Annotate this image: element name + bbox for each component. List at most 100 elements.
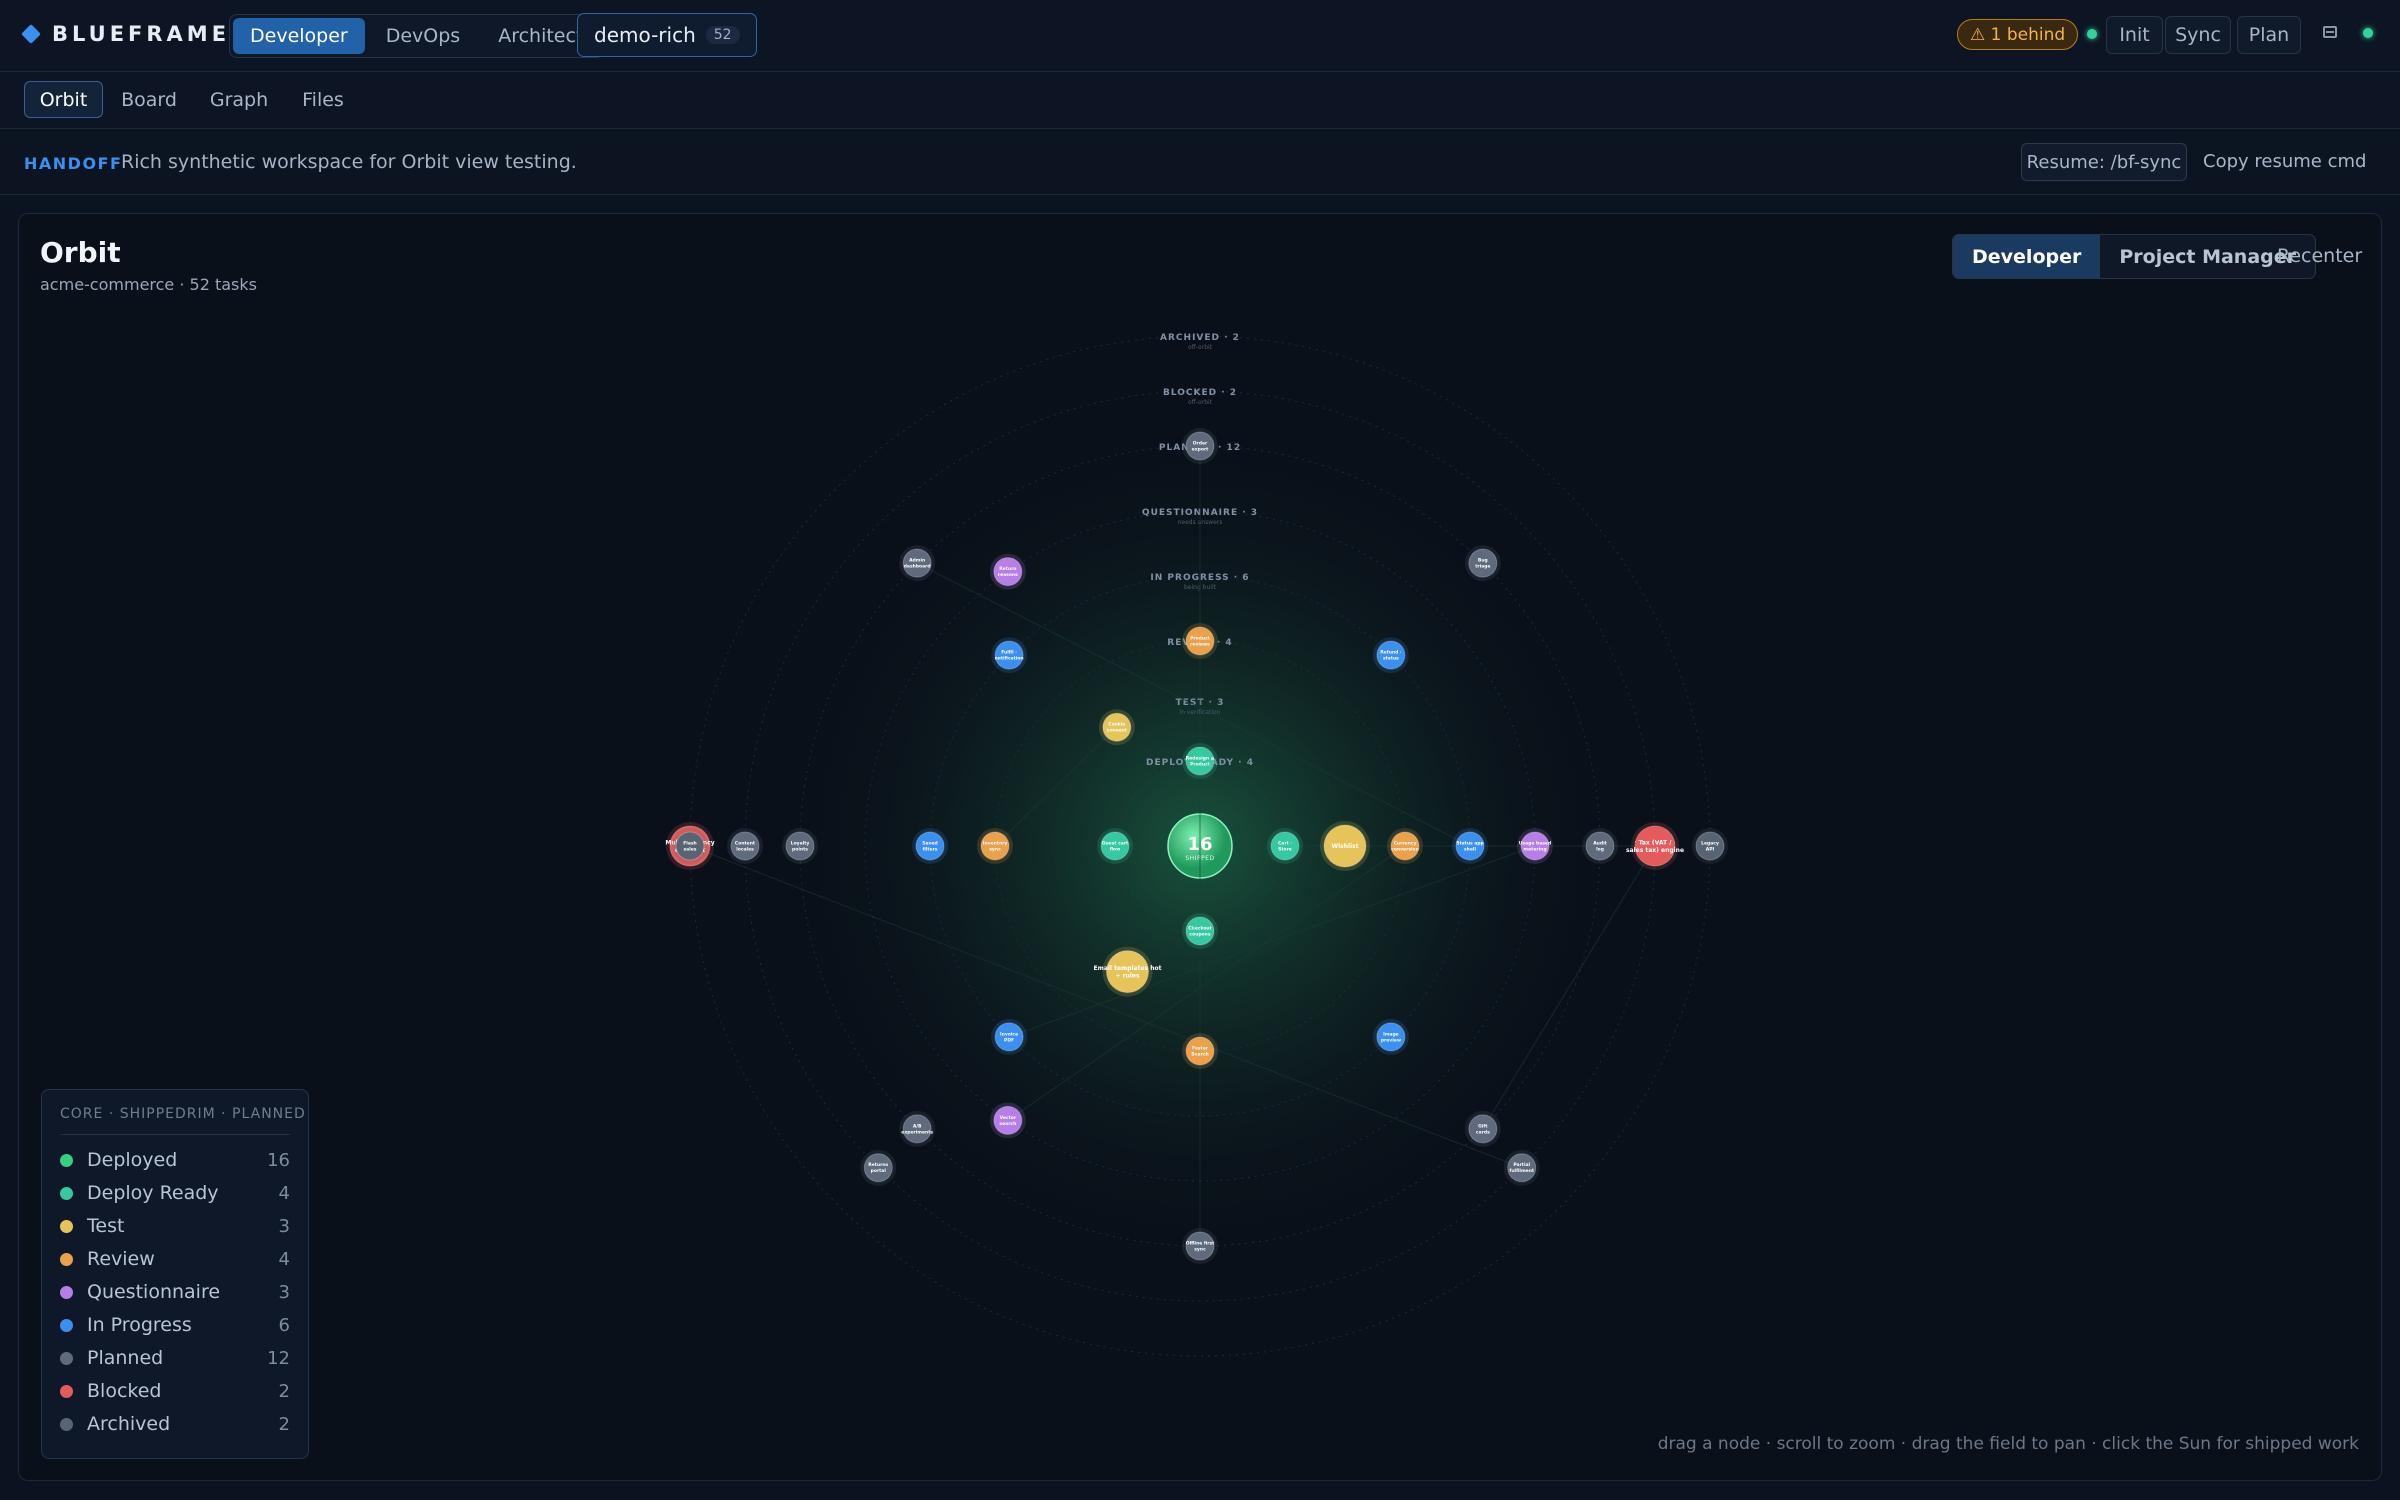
task-node[interactable]: Redesign ≡Product	[1182, 743, 1218, 779]
task-node[interactable]: Usage basedmetering	[1517, 828, 1553, 864]
task-node-label: Flash	[683, 841, 697, 847]
task-node[interactable]: LegacyAPI	[1692, 828, 1728, 864]
task-node[interactable]: Orderexport	[1182, 428, 1218, 464]
task-node[interactable]: Tax (VAT /sales tax) engine	[1626, 822, 1684, 870]
task-node-label: Returns	[868, 1162, 888, 1168]
resume-command-button[interactable]: Resume: /bf-sync	[2021, 143, 2187, 181]
panel-toggle-icon[interactable]	[2323, 26, 2337, 38]
copy-resume-cmd-button[interactable]: Copy resume cmd	[2203, 151, 2366, 172]
task-node[interactable]: Vectorsearch	[989, 1102, 1026, 1139]
tab-files[interactable]: Files	[290, 81, 356, 118]
task-node[interactable]: Cart ·Store	[1267, 828, 1303, 864]
task-node[interactable]: Admindashboard	[899, 545, 936, 582]
legend-item-label: Archived	[87, 1413, 171, 1435]
task-node-label: Status app	[1456, 841, 1484, 847]
task-node[interactable]: Refund ·status	[1372, 637, 1409, 674]
task-node-label: metering	[1523, 847, 1546, 853]
legend-item-count: 2	[278, 1380, 290, 1402]
handoff-label: HANDOFF	[24, 154, 123, 173]
task-node[interactable]: Imagepreview	[1372, 1018, 1409, 1055]
task-node-label: cards	[1476, 1129, 1490, 1135]
diamond-logo-icon	[21, 24, 41, 44]
task-node[interactable]: Fulfil ·notification	[991, 637, 1028, 674]
task-node[interactable]: Bugtriage	[1464, 545, 1501, 582]
legend-item-count: 16	[267, 1149, 290, 1171]
task-node-label: Guest cart	[1102, 841, 1129, 847]
task-node-label: Bug	[1478, 558, 1488, 564]
task-node[interactable]: Returnsportal	[860, 1149, 897, 1186]
legend-item[interactable]: Review 4	[60, 1247, 290, 1271]
task-node[interactable]: Flashsales	[672, 828, 708, 864]
legend-item[interactable]: Blocked 2	[60, 1379, 290, 1403]
task-node-label: Loyalty	[791, 841, 810, 847]
status-dot-icon	[60, 1351, 73, 1365]
task-node-label: Cookie	[1108, 722, 1125, 728]
task-node[interactable]: Contentlocales	[727, 828, 763, 864]
task-node-label: coupons	[1189, 933, 1210, 938]
status-dot-icon	[60, 1384, 73, 1398]
sync-button[interactable]: Sync	[2165, 16, 2231, 54]
tab-orbit[interactable]: Orbit	[24, 81, 103, 118]
task-node[interactable]: A/Bexperiments	[899, 1110, 936, 1147]
mode-switcher: Developer DevOps Architect	[229, 14, 605, 58]
legend-item[interactable]: Deploy Ready 4	[60, 1181, 290, 1205]
task-node-label: Legacy	[1701, 841, 1719, 847]
mode-devops-button[interactable]: DevOps	[369, 18, 477, 54]
plan-button[interactable]: Plan	[2237, 16, 2301, 54]
brand[interactable]: BLUEFRAME	[21, 22, 231, 46]
page-title: Orbit	[40, 236, 121, 269]
legend-title: CORE · SHIPPEDRIM · PLANNED	[60, 1106, 306, 1122]
task-node[interactable]: Currencyconversion	[1387, 828, 1423, 864]
task-node-label: Order	[1193, 441, 1208, 447]
task-node-label: Search	[1191, 1052, 1208, 1058]
task-node[interactable]: Returnreasons	[989, 553, 1026, 590]
task-node[interactable]: Offline firstsync	[1182, 1228, 1218, 1264]
brand-name: BLUEFRAME	[52, 22, 231, 46]
task-node-label: Store	[1278, 847, 1292, 853]
task-node[interactable]: Wishlist	[1320, 821, 1370, 871]
task-node-label: Invoice	[1000, 1031, 1018, 1037]
task-node[interactable]: Auditlog	[1582, 828, 1618, 864]
task-node-label: Admin	[909, 558, 925, 564]
task-node[interactable]: Checkoutcoupons	[1182, 913, 1218, 949]
status-dot-icon	[60, 1285, 73, 1299]
behind-status-badge[interactable]: ⚠ 1 behind	[1957, 19, 2079, 50]
legend-item[interactable]: Test 3	[60, 1214, 290, 1238]
legend-item[interactable]: Planned 12	[60, 1346, 290, 1370]
task-node-label: sales	[684, 847, 697, 853]
legend-item[interactable]: Questionnaire 3	[60, 1280, 290, 1304]
legend-item-label: Review	[87, 1248, 155, 1270]
tab-graph[interactable]: Graph	[201, 81, 277, 118]
task-node[interactable]: Cookieconsent	[1098, 709, 1135, 746]
task-node[interactable]: Partialfulfilment	[1503, 1149, 1540, 1186]
task-node-label: sync	[989, 848, 1001, 853]
task-node-label: reasons	[998, 572, 1018, 578]
task-node-label: notification	[995, 656, 1024, 662]
task-node-label: search	[999, 1121, 1016, 1127]
orbit-field[interactable]: ARCHIVED · 2off-orbitBLOCKED · 2off-orbi…	[19, 214, 2382, 1481]
task-node[interactable]: FasterSearch	[1182, 1033, 1218, 1069]
recenter-button[interactable]: Recenter	[2277, 245, 2362, 267]
tab-board[interactable]: Board	[111, 81, 187, 118]
mode-developer-button[interactable]: Developer	[233, 18, 365, 54]
task-node-label: consent	[1107, 728, 1128, 734]
task-node[interactable]: InvoicePDF	[991, 1018, 1028, 1055]
task-node-label: Offline first	[1186, 1241, 1215, 1247]
task-node[interactable]: Status appshell	[1452, 828, 1488, 864]
task-node[interactable]: Productreviews	[1182, 623, 1218, 659]
task-node-label: Fulfil ·	[1001, 650, 1017, 656]
task-node-label: triage	[1475, 564, 1490, 570]
task-node[interactable]: Loyaltypoints	[782, 828, 818, 864]
init-button[interactable]: Init	[2106, 16, 2163, 54]
task-node[interactable]: Inventorysync	[977, 828, 1013, 864]
task-node[interactable]: Guest cartflow	[1097, 828, 1133, 864]
legend-item[interactable]: In Progress 6	[60, 1313, 290, 1337]
workspace-selector[interactable]: demo-rich 52	[577, 13, 757, 57]
persona-developer-button[interactable]: Developer	[1953, 235, 2101, 278]
legend-item[interactable]: Archived 2	[60, 1412, 290, 1436]
legend-item[interactable]: Deployed 16	[60, 1148, 290, 1172]
task-node[interactable]: Giftcards	[1464, 1110, 1501, 1147]
task-node-label: Gift	[1478, 1123, 1488, 1129]
task-node-label: conversion	[1391, 847, 1419, 853]
task-node[interactable]: Savedfilters	[912, 828, 948, 864]
